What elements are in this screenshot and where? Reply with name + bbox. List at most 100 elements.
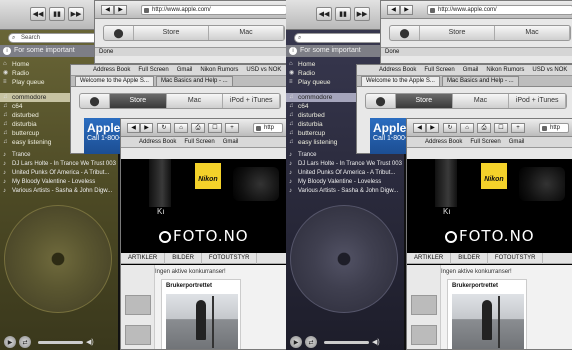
apple-site-nav: ⬤ Store Mac xyxy=(103,25,285,41)
nikon-logo[interactable]: Nikon xyxy=(481,163,507,189)
thumbnail[interactable] xyxy=(125,295,151,315)
tab-mac-basics[interactable]: Mac Basics and Help - ... xyxy=(155,76,233,86)
list-item[interactable]: ♪ My Bloody Valentine - Loveless xyxy=(0,178,118,187)
play-pause-button[interactable]: ▮▮ xyxy=(335,7,351,21)
forward-button[interactable]: ▶ xyxy=(400,5,413,15)
thumbnail[interactable] xyxy=(411,325,437,345)
thumbnail[interactable] xyxy=(125,325,151,345)
nav-mac[interactable]: Mac xyxy=(495,26,570,40)
print-icon[interactable]: ⎙ xyxy=(191,123,205,133)
bookmark-address-book[interactable]: Address Book xyxy=(139,139,176,145)
competition-status: Ingen aktive konkurranser! xyxy=(155,269,226,275)
bookmark-usd-nok[interactable]: USD vs NOK xyxy=(532,67,567,73)
back-button[interactable]: ◀ xyxy=(101,5,114,15)
shuffle-button[interactable]: ⇄ xyxy=(19,336,31,348)
nav-ipod-itunes[interactable]: iPod + iTunes xyxy=(509,94,567,108)
user-portrait-box[interactable]: Brukerportrettet xyxy=(447,279,527,349)
list-item[interactable]: ♪ DJ Lars Holte - In Trance We Trust 003 xyxy=(286,160,404,169)
foto-no-logo[interactable]: FOTO.NO xyxy=(445,227,535,245)
bookmark-gmail[interactable]: Gmail xyxy=(177,67,193,73)
shuffle-button[interactable]: ⇄ xyxy=(305,336,317,348)
bookmark-gmail[interactable]: Gmail xyxy=(509,139,525,145)
list-item[interactable]: ♪ United Punks Of America - A Tribut... xyxy=(286,169,404,178)
nav-fotoutstyr[interactable]: FOTOUTSTYR xyxy=(202,252,258,264)
apple-logo-icon[interactable]: ⬤ xyxy=(366,94,396,108)
apple-logo-icon[interactable]: ⬤ xyxy=(390,26,420,40)
play-button[interactable]: ▶ xyxy=(4,336,16,348)
play-pause-button[interactable]: ▮▮ xyxy=(49,7,65,21)
previous-button[interactable]: ◀◀ xyxy=(316,7,332,21)
nav-mac[interactable]: Mac xyxy=(453,94,510,108)
nav-store[interactable]: Store xyxy=(396,94,453,108)
music-note-icon: ♪ xyxy=(3,161,6,167)
bookmark-icon[interactable]: ☐ xyxy=(208,123,222,133)
nav-fotoutstyr[interactable]: FOTOUTSTYR xyxy=(488,252,544,264)
nav-store[interactable]: Store xyxy=(110,94,167,108)
search-input[interactable]: ⌕ xyxy=(294,33,386,43)
address-bar[interactable]: http://www.apple.com/ xyxy=(141,5,286,15)
bookmark-usd-nok[interactable]: USD vs NOK xyxy=(246,67,281,73)
nav-store[interactable]: Store xyxy=(134,26,209,40)
user-portrait-box[interactable]: Brukerportrettet xyxy=(161,279,241,349)
foto-no-logo[interactable]: FOTO.NO xyxy=(159,227,249,245)
home-icon[interactable]: ⌂ xyxy=(174,123,188,133)
nav-mac[interactable]: Mac xyxy=(209,26,284,40)
forward-button[interactable]: ▶ xyxy=(426,123,439,133)
bookmark-gmail[interactable]: Gmail xyxy=(463,67,479,73)
address-bar[interactable]: http xyxy=(539,123,569,133)
reload-icon[interactable]: ↻ xyxy=(157,123,171,133)
next-button[interactable]: ▶▶ xyxy=(68,7,84,21)
forward-button[interactable]: ▶ xyxy=(140,123,153,133)
back-button[interactable]: ◀ xyxy=(387,5,400,15)
back-button[interactable]: ◀ xyxy=(127,123,140,133)
play-button[interactable]: ▶ xyxy=(290,336,302,348)
tab-welcome[interactable]: Welcome to the Apple S... xyxy=(75,76,154,86)
tab-welcome[interactable]: Welcome to the Apple S... xyxy=(361,76,440,86)
bookmark-address-book[interactable]: Address Book xyxy=(93,67,130,73)
nav-artikler[interactable]: ARTIKLER xyxy=(407,252,452,264)
apple-logo-icon[interactable]: ⬤ xyxy=(80,94,110,108)
home-icon[interactable]: ⌂ xyxy=(460,123,474,133)
nav-mac[interactable]: Mac xyxy=(167,94,224,108)
nav-store[interactable]: Store xyxy=(420,26,495,40)
search-icon: ⌕ xyxy=(12,35,16,41)
address-bar[interactable]: http xyxy=(253,123,283,133)
bookmark-nikon-rumors[interactable]: Nikon Rumors xyxy=(486,67,524,73)
bookmark-full-screen[interactable]: Full Screen xyxy=(138,67,168,73)
list-item[interactable]: ♪ Various Artists - Sasha & John Digw... xyxy=(0,187,118,196)
list-item[interactable]: ♪ My Bloody Valentine - Loveless xyxy=(286,178,404,187)
volume-slider[interactable] xyxy=(38,340,83,344)
bookmark-gmail[interactable]: Gmail xyxy=(223,139,239,145)
tab-bar: Welcome to the Apple S... Mac Basics and… xyxy=(357,76,572,87)
nav-ipod-itunes[interactable]: iPod + iTunes xyxy=(223,94,281,108)
list-item[interactable]: ♪ Various Artists - Sasha & John Digw... xyxy=(286,187,404,196)
add-icon[interactable]: + xyxy=(225,123,239,133)
back-button[interactable]: ◀ xyxy=(413,123,426,133)
nav-bilder[interactable]: BILDER xyxy=(165,252,202,264)
search-input[interactable]: ⌕ Search xyxy=(8,33,100,43)
list-item[interactable]: ♪ DJ Lars Holte - In Trance We Trust 003 xyxy=(0,160,118,169)
add-icon[interactable]: + xyxy=(511,123,525,133)
address-bar[interactable]: http://www.apple.com/ xyxy=(427,5,572,15)
volume-slider[interactable] xyxy=(324,340,369,344)
forward-button[interactable]: ▶ xyxy=(114,5,127,15)
bookmark-full-screen[interactable]: Full Screen xyxy=(184,139,214,145)
nav-artikler[interactable]: ARTIKLER xyxy=(121,252,166,264)
bookmark-full-screen[interactable]: Full Screen xyxy=(424,67,454,73)
bookmark-nikon-rumors[interactable]: Nikon Rumors xyxy=(200,67,238,73)
thumbnail[interactable] xyxy=(411,295,437,315)
list-item[interactable]: ♪ United Punks Of America - A Tribut... xyxy=(0,169,118,178)
bookmark-icon[interactable]: ☐ xyxy=(494,123,508,133)
bookmark-full-screen[interactable]: Full Screen xyxy=(470,139,500,145)
nav-bilder[interactable]: BILDER xyxy=(451,252,488,264)
tab-mac-basics[interactable]: Mac Basics and Help - ... xyxy=(441,76,519,86)
apple-logo-icon[interactable]: ⬤ xyxy=(104,26,134,40)
bookmark-address-book[interactable]: Address Book xyxy=(379,67,416,73)
nikon-logo[interactable]: Nikon xyxy=(195,163,221,189)
reload-icon[interactable]: ↻ xyxy=(443,123,457,133)
radio-icon: ◉ xyxy=(3,70,9,76)
print-icon[interactable]: ⎙ xyxy=(477,123,491,133)
next-button[interactable]: ▶▶ xyxy=(354,7,370,21)
previous-button[interactable]: ◀◀ xyxy=(30,7,46,21)
bookmark-address-book[interactable]: Address Book xyxy=(425,139,462,145)
